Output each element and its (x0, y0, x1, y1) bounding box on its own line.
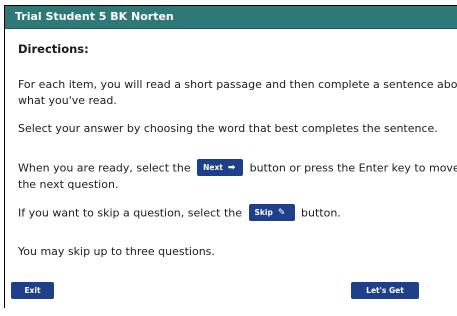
arrow-right-icon: ➡ (227, 163, 236, 173)
instruction-paragraph-1: For each item, you will read a short pas… (18, 77, 457, 109)
exit-button[interactable]: Exit (11, 282, 54, 299)
skip-button-illustration: Skip ✎ (248, 204, 295, 221)
instruction-text: When you are ready, select the (18, 161, 191, 175)
skip-label: Skip (254, 208, 273, 217)
pencil-icon: ✎ (277, 208, 286, 218)
instruction-text: button or press the Enter key to move on… (249, 161, 457, 175)
next-button-illustration: Next ➡ (197, 159, 244, 176)
instruction-line: For each item, you will read a short pas… (18, 78, 457, 91)
window-title: Trial Student 5 BK Norten (5, 6, 457, 29)
instruction-text: button. (301, 206, 341, 220)
app-window: Trial Student 5 BK Norten Directions: Fo… (4, 5, 457, 308)
instruction-text: If you want to skip a question, select t… (18, 206, 243, 220)
instruction-line: the next question. (18, 178, 119, 191)
instruction-paragraph-4: If you want to skip a question, select t… (18, 204, 341, 222)
next-label: Next (203, 163, 223, 172)
directions-heading: Directions: (18, 42, 89, 56)
instruction-paragraph-2: Select your answer by choosing the word … (18, 122, 438, 135)
instruction-line: what you've read. (18, 94, 117, 107)
instruction-paragraph-3: When you are ready, select the Next ➡ but… (18, 159, 457, 193)
lets-get-started-button[interactable]: Let's Get Started (351, 282, 419, 312)
instruction-line: When you are ready, select the Next ➡ but… (18, 159, 457, 177)
instruction-paragraph-5: You may skip up to three questions. (18, 245, 215, 258)
